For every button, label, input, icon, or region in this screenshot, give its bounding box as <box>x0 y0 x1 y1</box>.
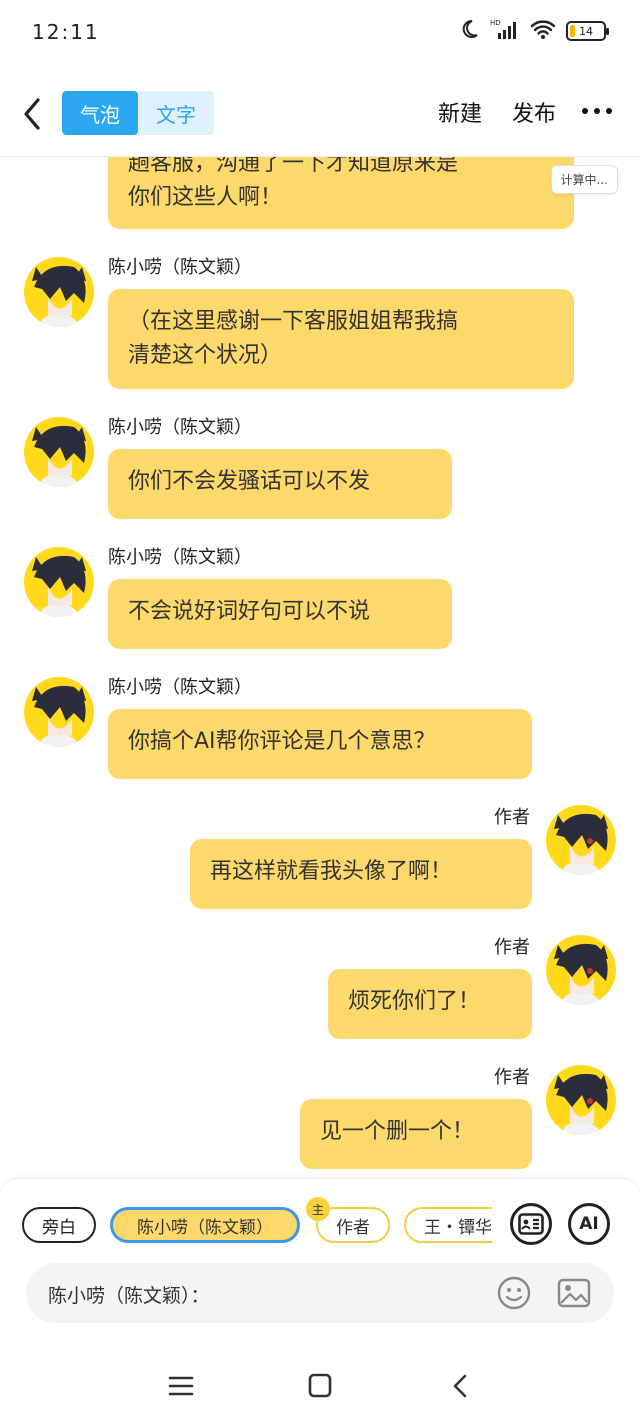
publish-button[interactable]: 发布 <box>512 96 556 128</box>
emoji-icon[interactable] <box>496 1275 532 1311</box>
message-bubble[interactable]: 烦死你们了！ <box>328 969 532 1039</box>
message-bubble[interactable]: （在这里感谢一下客服姐姐帮我搞 清楚这个状况） <box>108 289 574 389</box>
message-line: 趟客服，沟通了一下才知道原来是 <box>128 157 459 176</box>
message-line: 见一个删一个！ <box>320 1119 475 1144</box>
input-prefix: 陈小唠（陈文颖）： <box>48 1285 210 1307</box>
message-bubble[interactable]: 趟客服，沟通了一下才知道原来是 你们这些人啊！ <box>108 157 574 229</box>
moon-icon <box>458 18 480 44</box>
network-label: HD <box>490 19 501 27</box>
signal-icon: HD <box>490 18 520 44</box>
new-button[interactable]: 新建 <box>438 96 482 128</box>
role-chip-narration[interactable]: 旁白 <box>22 1207 96 1243</box>
message-line: 你们这些人啊！ <box>128 185 283 210</box>
battery-icon: 14 <box>566 21 609 41</box>
battery-level: 14 <box>579 24 593 38</box>
role-chip-selected[interactable]: 陈小唠（陈文颖） <box>110 1207 300 1243</box>
message-line: 清楚这个状况） <box>128 343 283 368</box>
sender-name: 陈小唠（陈文颖） <box>108 547 252 568</box>
wifi-icon <box>530 18 556 44</box>
avatar[interactable] <box>24 677 94 747</box>
header: 气泡 文字 新建 发布 <box>0 82 640 144</box>
sender-name: 陈小唠（陈文颖） <box>108 677 252 698</box>
home-icon[interactable] <box>305 1372 335 1400</box>
sender-name: 陈小唠（陈文颖） <box>108 417 252 438</box>
message-bubble[interactable]: 你们不会发骚话可以不发 <box>108 449 452 519</box>
mode-toggle: 气泡 文字 <box>62 91 214 135</box>
avatar[interactable] <box>24 547 94 617</box>
message-bubble[interactable]: 见一个删一个！ <box>300 1099 532 1169</box>
message-line: 烦死你们了！ <box>348 989 481 1014</box>
avatar[interactable] <box>546 805 616 875</box>
character-card-icon <box>518 1213 544 1235</box>
system-nav-bar <box>0 1348 640 1423</box>
input-panel: 旁白 陈小唠（陈文颖） 作者 主 王・镡华 AI 陈小唠（陈文颖）： <box>0 1178 640 1348</box>
image-icon[interactable] <box>556 1275 592 1311</box>
message-bubble[interactable]: 你搞个AI帮你评论是几个意思？ <box>108 709 532 779</box>
ai-label: AI <box>579 1214 599 1234</box>
character-card-button[interactable] <box>510 1203 552 1245</box>
status-bar: 12:11 HD 14 <box>0 0 640 64</box>
role-chip-wang[interactable]: 王・镡华 <box>404 1207 492 1243</box>
sender-name: 作者 <box>494 937 530 958</box>
message-bubble[interactable]: 再这样就看我头像了啊！ <box>190 839 532 909</box>
menu-icon[interactable] <box>166 1372 196 1400</box>
message-line: 你们不会发骚话可以不发 <box>128 469 371 494</box>
message-line: 你搞个AI帮你评论是几个意思？ <box>128 729 436 754</box>
host-badge: 主 <box>306 1197 330 1221</box>
more-icon[interactable] <box>582 108 612 114</box>
avatar[interactable] <box>24 417 94 487</box>
message-line: 再这样就看我头像了啊！ <box>210 859 453 884</box>
message-line: （在这里感谢一下客服姐姐帮我搞 <box>128 309 459 334</box>
chat-area[interactable]: 趟客服，沟通了一下才知道原来是 你们这些人啊！ 计算中... 陈小唠（陈文颖） … <box>0 157 640 1175</box>
back-nav-icon[interactable] <box>446 1372 476 1400</box>
sender-name: 陈小唠（陈文颖） <box>108 257 252 278</box>
status-time: 12:11 <box>32 20 100 44</box>
calculating-badge: 计算中... <box>550 165 618 194</box>
sender-name: 作者 <box>494 1067 530 1088</box>
avatar[interactable] <box>546 935 616 1005</box>
status-icons: HD 14 <box>458 18 609 44</box>
ai-button[interactable]: AI <box>568 1203 610 1245</box>
tab-text[interactable]: 文字 <box>138 91 214 135</box>
tab-bubble[interactable]: 气泡 <box>62 91 138 135</box>
avatar[interactable] <box>24 257 94 327</box>
message-input[interactable]: 陈小唠（陈文颖）： <box>26 1263 614 1323</box>
message-bubble[interactable]: 不会说好词好句可以不说 <box>108 579 452 649</box>
avatar[interactable] <box>546 1065 616 1135</box>
back-arrow-icon[interactable] <box>18 94 48 134</box>
message-line: 不会说好词好句可以不说 <box>128 599 371 624</box>
sender-name: 作者 <box>494 807 530 828</box>
